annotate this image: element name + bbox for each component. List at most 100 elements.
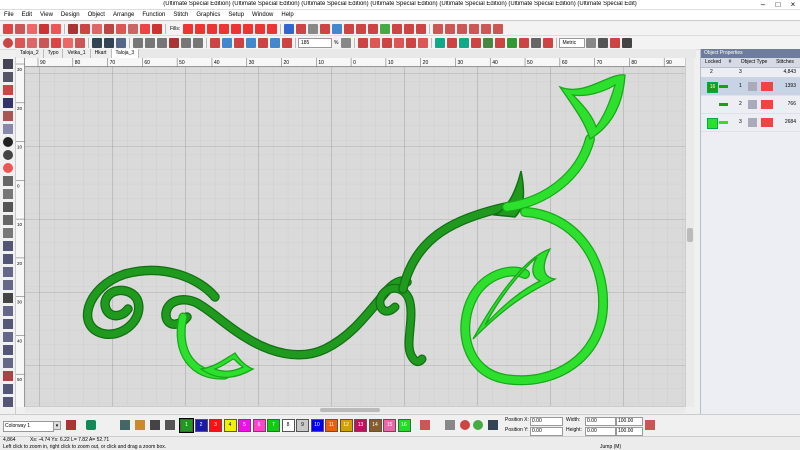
offset-tool-icon[interactable]	[3, 358, 13, 368]
chenille-icon[interactable]	[404, 23, 415, 34]
color-swatch-11[interactable]: 11	[325, 419, 338, 432]
draw-icon[interactable]	[15, 23, 25, 34]
zoom-dropdown-icon[interactable]	[341, 37, 352, 48]
mirror-tool-icon[interactable]	[3, 215, 13, 225]
export-icon[interactable]	[51, 37, 61, 48]
bezier-tool-icon[interactable]	[3, 306, 13, 316]
tool-a-icon[interactable]	[433, 23, 444, 34]
delete-icon[interactable]	[169, 37, 179, 48]
tab-taloja-2[interactable]: Taloja_2	[16, 49, 44, 58]
join-tool-icon[interactable]	[3, 189, 13, 199]
redo-icon[interactable]	[193, 37, 203, 48]
effect-7-icon[interactable]	[507, 37, 518, 48]
wilcom-logo-icon[interactable]	[3, 37, 13, 48]
zoom-out-icon[interactable]	[246, 37, 256, 48]
design-canvas[interactable]	[25, 67, 685, 406]
tab-hkart[interactable]: Hkart	[90, 49, 112, 58]
effect-4-icon[interactable]	[471, 37, 482, 48]
shape-icon[interactable]	[27, 23, 37, 34]
zoom-box-icon[interactable]	[258, 37, 268, 48]
color-swatch-12[interactable]: 12	[339, 419, 353, 432]
color-swatch-6[interactable]: 6	[252, 419, 266, 432]
cut-icon[interactable]	[133, 37, 143, 48]
new-icon[interactable]	[15, 37, 25, 48]
circle-icon[interactable]	[92, 23, 102, 34]
effect-6-icon[interactable]	[495, 37, 506, 48]
stitch-type-4-icon[interactable]	[394, 37, 405, 48]
circle-red-icon[interactable]	[460, 420, 470, 430]
color-swatch-1[interactable]: 1	[179, 418, 194, 433]
copy-icon[interactable]	[145, 37, 155, 48]
maximize-button[interactable]: □	[771, 0, 785, 10]
vertical-scroll-thumb[interactable]	[687, 228, 693, 242]
menu-edit[interactable]: Edit	[18, 10, 36, 21]
needle-tool-icon[interactable]	[420, 420, 430, 430]
menu-stitch[interactable]: Stitch	[169, 10, 192, 21]
polygon-icon[interactable]	[68, 23, 78, 34]
stitch-type-1-icon[interactable]	[358, 37, 369, 48]
satin-icon[interactable]	[128, 23, 138, 34]
color-swatch-7[interactable]: 7	[267, 419, 280, 432]
weld-tool-icon[interactable]	[3, 345, 13, 355]
menu-help[interactable]: Help	[277, 10, 297, 21]
fill-pattern-4-icon[interactable]	[219, 23, 230, 34]
color-swatch-14[interactable]: 14	[368, 419, 382, 432]
fill-pattern-6-icon[interactable]	[243, 23, 254, 34]
menu-window[interactable]: Window	[248, 10, 277, 21]
group-tool-icon[interactable]	[3, 280, 13, 290]
fit-icon[interactable]	[282, 37, 292, 48]
object-row[interactable]: 16 1 1393	[701, 78, 800, 96]
sequin-icon[interactable]	[416, 23, 427, 34]
circle-tool-icon[interactable]	[3, 150, 13, 160]
position-y-field[interactable]: 0.00	[530, 427, 563, 436]
monogram-icon[interactable]	[296, 23, 307, 34]
color-swatch-16[interactable]: 16	[397, 419, 411, 432]
effect-8-icon[interactable]	[519, 37, 530, 48]
menu-graphics[interactable]: Graphics	[192, 10, 224, 21]
paste-icon[interactable]	[157, 37, 167, 48]
colorway-dropdown-icon[interactable]: ▾	[53, 421, 61, 430]
split-tool-icon[interactable]	[3, 202, 13, 212]
tab-typo[interactable]: Typo	[43, 49, 64, 58]
curve-icon[interactable]	[39, 23, 49, 34]
lace-icon[interactable]	[392, 23, 403, 34]
stamp-icon[interactable]	[356, 23, 367, 34]
edit-tool-icon[interactable]	[3, 176, 13, 186]
import-icon[interactable]	[39, 37, 49, 48]
pan-icon[interactable]	[270, 37, 280, 48]
horizontal-scroll-thumb[interactable]	[320, 408, 380, 412]
menu-design[interactable]: Design	[57, 10, 84, 21]
object-row[interactable]: 3 2684	[701, 114, 800, 132]
eyedropper-icon[interactable]	[3, 241, 13, 251]
print-icon[interactable]	[104, 37, 114, 48]
units-dropdown-icon[interactable]	[586, 37, 597, 48]
measure-icon[interactable]	[3, 254, 13, 264]
zoom-in-icon[interactable]	[234, 37, 244, 48]
select-arrow-icon[interactable]	[3, 59, 13, 69]
tool-e-icon[interactable]	[481, 23, 492, 34]
tab-vetka-1[interactable]: Vetka_1	[63, 49, 91, 58]
fill-pattern-2-icon[interactable]	[195, 23, 206, 34]
knife-icon[interactable]	[3, 85, 13, 95]
fill-pattern-5-icon[interactable]	[231, 23, 242, 34]
align-tool-icon[interactable]	[3, 267, 13, 277]
hoop-icon[interactable]	[210, 37, 220, 48]
border-icon[interactable]	[344, 23, 355, 34]
preview-icon[interactable]	[116, 37, 126, 48]
effect-3-icon[interactable]	[459, 37, 470, 48]
point-tool-icon[interactable]	[3, 137, 13, 147]
lock-ratio-icon[interactable]	[645, 420, 655, 430]
effect-10-icon[interactable]	[543, 37, 554, 48]
close-button[interactable]: ×	[786, 0, 800, 10]
color-swatch-13[interactable]: 13	[354, 419, 367, 432]
menu-view[interactable]: View	[36, 10, 57, 21]
col-number[interactable]: #	[725, 58, 735, 67]
menu-function[interactable]: Function	[138, 10, 169, 21]
trace-tool-icon[interactable]	[3, 371, 13, 381]
undo-icon[interactable]	[181, 37, 191, 48]
outline-icon[interactable]	[332, 23, 343, 34]
rotate-tool-icon[interactable]	[3, 228, 13, 238]
thread-chart-icon[interactable]	[66, 420, 76, 430]
horizontal-scrollbar[interactable]	[25, 406, 685, 413]
effect-2-icon[interactable]	[447, 37, 458, 48]
